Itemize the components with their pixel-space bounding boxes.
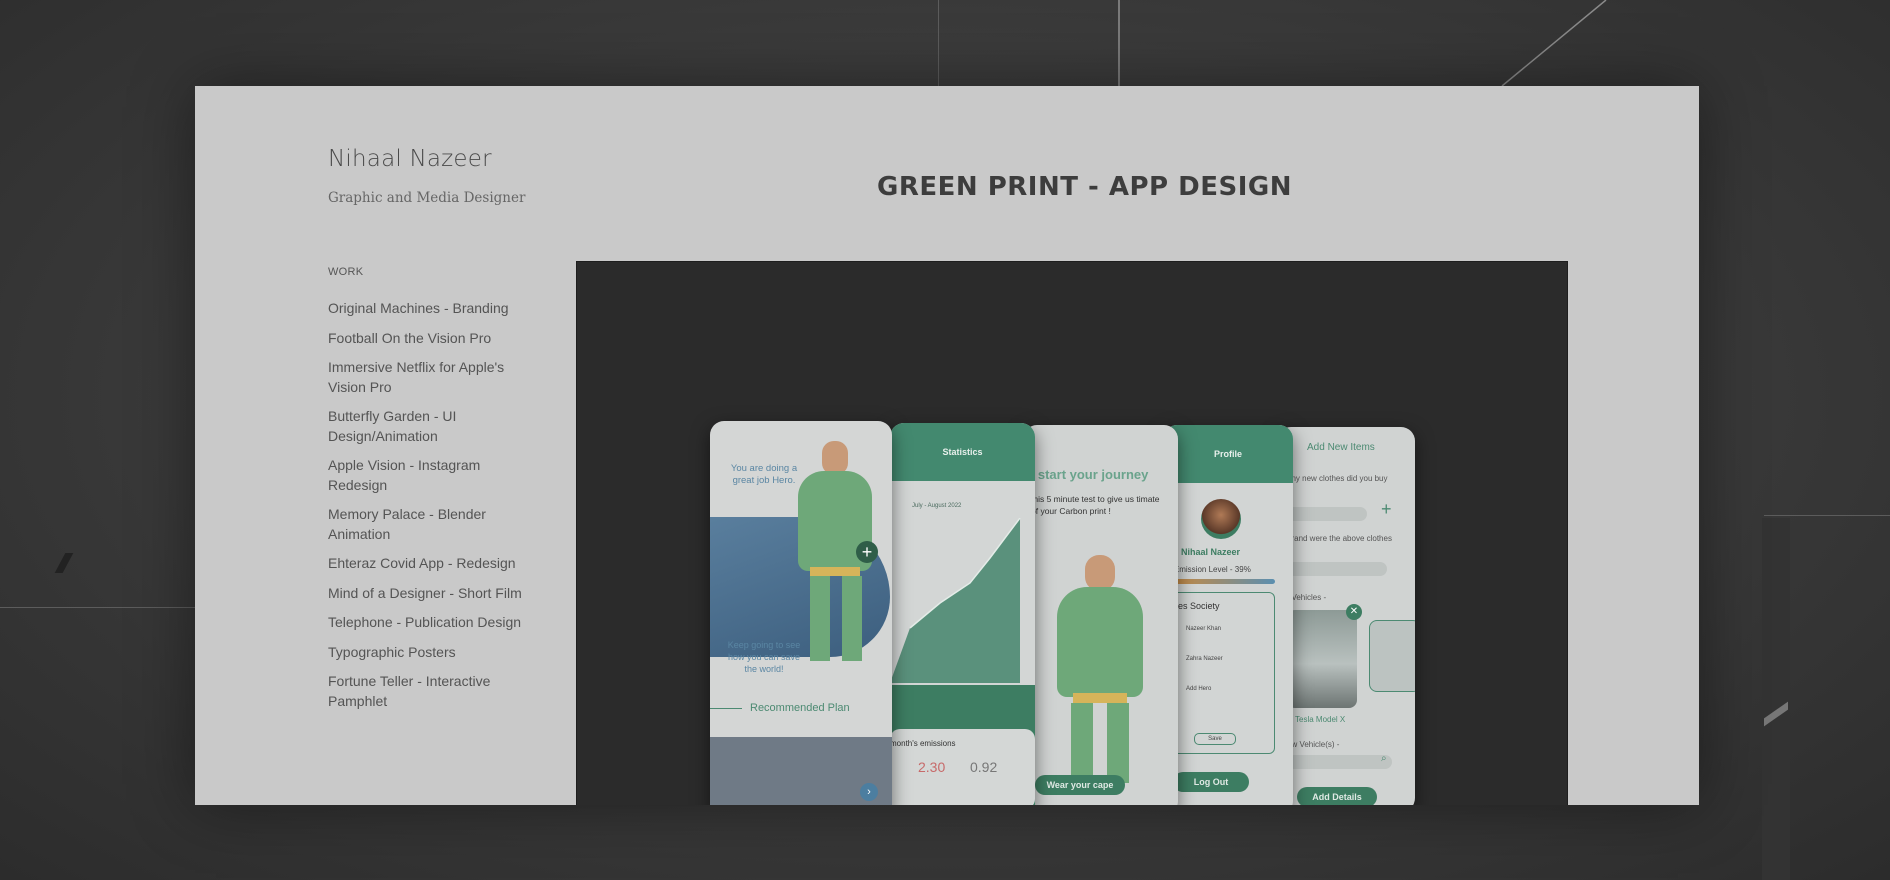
emissions-value: 0.92 [970, 759, 998, 775]
nav-item[interactable]: Mind of a Designer - Short Film [328, 584, 528, 604]
nav-item[interactable]: Ehteraz Covid App - Redesign [328, 554, 528, 574]
dropdown [1287, 562, 1387, 576]
plan-divider [710, 708, 742, 709]
wear-cape-button: Wear your cape [1035, 775, 1125, 795]
search-icon: ⌕ [1381, 753, 1387, 764]
nav-item[interactable]: Apple Vision - Instagram Redesign [328, 456, 528, 495]
encourage-text: Keep going to see how you can save the w… [727, 640, 801, 674]
journey-heading: s start your journey [1027, 467, 1149, 482]
member-name: Add Hero [1186, 686, 1212, 692]
nav-item[interactable]: Typographic Posters [328, 643, 528, 663]
add-items-q1: any new clothes did you buy [1287, 474, 1388, 483]
statistics-period: July - August 2022 [912, 503, 962, 509]
chevron-right-icon: › [860, 783, 878, 801]
emission-bar [1165, 579, 1275, 584]
add-icon: + [856, 541, 878, 563]
app-screen-journey: s start your journey this 5 minute test … [1023, 425, 1178, 805]
dropdown [1287, 507, 1367, 521]
journey-text: this 5 minute test to give us timate of … [1031, 494, 1160, 516]
emissions-label: month's emissions [890, 739, 956, 748]
save-button: Save [1194, 733, 1236, 745]
app-screen-add-items: Add New Items any new clothes did you bu… [1277, 427, 1415, 805]
hero-character [1045, 555, 1155, 785]
page-title: GREEN PRINT - APP DESIGN [877, 172, 1292, 202]
close-icon: ✕ [1346, 604, 1362, 620]
add-items-q2: brand were the above clothes [1287, 534, 1392, 543]
site-owner-role: Graphic and Media Designer [328, 190, 526, 206]
bike-image [1369, 620, 1415, 692]
nav-item[interactable]: Football On the Vision Pro [328, 329, 528, 349]
member-name: Nazeer Khan [1186, 626, 1222, 632]
add-details-button: Add Details [1297, 787, 1377, 805]
society-card: roes Society Nazeer Khan Zahra Nazeer Ad… [1165, 592, 1275, 754]
app-screen-profile: Profile Nihaal Nazeer nt Emission Level … [1163, 425, 1293, 805]
profile-header: Profile [1163, 425, 1293, 483]
emissions-chart [890, 518, 1021, 683]
work-nav-list: Original Machines - Branding Football On… [328, 299, 528, 711]
add-items-header: Add New Items [1307, 442, 1375, 453]
car-name: Tesla Model X [1295, 715, 1346, 724]
nav-item[interactable]: Fortune Teller - Interactive Pamphlet [328, 672, 528, 711]
work-section-label: WORK [328, 266, 364, 278]
project-hero-image[interactable]: Add New Items any new clothes did you bu… [576, 261, 1568, 805]
nav-item[interactable]: Memory Palace - Blender Animation [328, 505, 528, 544]
bg-line [938, 0, 939, 86]
sidebar: Nihaal Nazeer Graphic and Media Designer… [328, 146, 528, 721]
bg-line [0, 607, 195, 608]
recommended-plan: Recommended Plan [750, 702, 850, 714]
new-vehicle-label: ew Vehicle(s) - [1287, 740, 1340, 749]
bg-right-bar [1762, 518, 1790, 880]
nav-item[interactable]: Original Machines - Branding [328, 299, 528, 319]
profile-name: Nihaal Nazeer [1181, 547, 1241, 557]
emissions-value: 2.30 [918, 759, 946, 775]
avatar [1201, 499, 1241, 539]
app-screen-statistics: Statistics July - August 2022 month's em… [890, 423, 1035, 805]
search-input [1287, 755, 1392, 769]
bg-slash [54, 553, 74, 573]
nav-item[interactable]: Immersive Netflix for Apple's Vision Pro [328, 358, 528, 397]
bg-diagonal-line [1501, 0, 1607, 86]
portfolio-page: Nihaal Nazeer Graphic and Media Designer… [195, 86, 1699, 805]
statistics-header: Statistics [890, 423, 1035, 481]
app-screen-welcome: You are doing a great job Hero. + Keep g… [710, 421, 892, 805]
plus-icon: + [1381, 499, 1392, 519]
nav-item[interactable]: Telephone - Publication Design [328, 613, 528, 633]
nav-item[interactable]: Butterfly Garden - UI Design/Animation [328, 407, 528, 446]
site-owner-name[interactable]: Nihaal Nazeer [328, 146, 528, 172]
bg-line [1764, 515, 1890, 516]
car-image [1287, 610, 1357, 708]
member-name: Zahra Nazeer [1186, 656, 1223, 662]
emissions-card: month's emissions 2.30 0.92 [890, 729, 1035, 805]
bg-line [1118, 0, 1120, 86]
logout-button: Log Out [1173, 772, 1249, 792]
